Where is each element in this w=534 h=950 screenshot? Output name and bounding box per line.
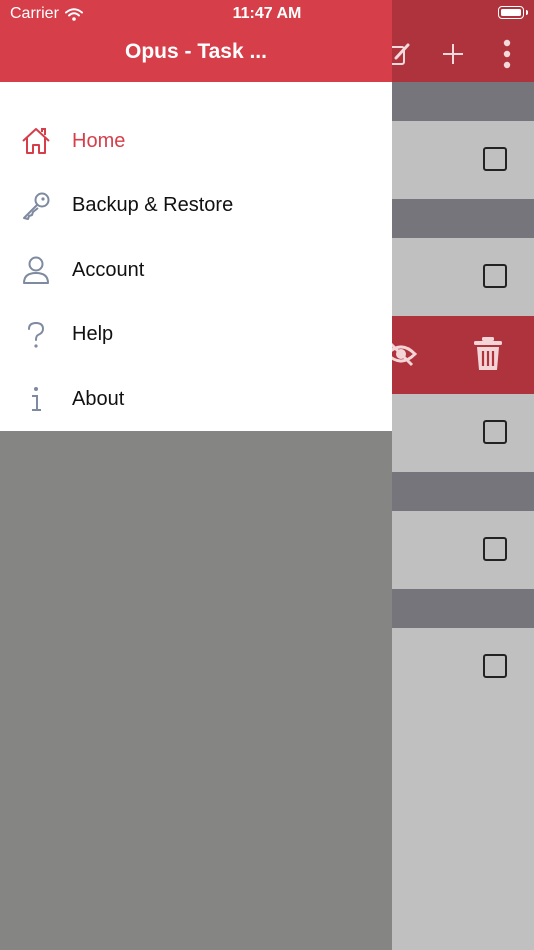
drawer-dim-overlay[interactable] [0,431,392,950]
drawer-title: Opus - Task ... [125,40,267,63]
task-checkbox[interactable] [483,654,507,678]
task-checkbox[interactable] [483,537,507,561]
info-icon [0,386,72,412]
battery-icon [498,6,528,19]
status-bar: Carrier 11:47 AM [0,0,534,28]
task-checkbox[interactable] [483,147,507,171]
menu-item-backup-restore[interactable]: Backup & Restore [0,174,392,239]
menu-item-help[interactable]: Help [0,303,392,368]
task-checkbox[interactable] [483,264,507,288]
task-checkbox[interactable] [483,420,507,444]
trash-icon[interactable] [472,336,504,372]
clock: 11:47 AM [232,5,302,22]
add-button[interactable] [426,30,480,78]
user-icon [0,255,72,285]
menu-item-home[interactable]: Home [0,109,392,174]
navigation-drawer: Opus - Task ... Home Backup & Restore Ac… [0,0,392,431]
add-icon [443,44,463,64]
more-button[interactable] [480,30,534,78]
menu-label-backup-restore: Backup & Restore [72,194,234,217]
key-icon [0,191,72,221]
menu-label-help: Help [72,323,114,346]
menu-item-account[interactable]: Account [0,238,392,303]
more-icon [503,39,511,69]
drawer-menu: Home Backup & Restore Account Help About [0,109,392,432]
header-actions [372,30,534,78]
menu-label-account: Account [72,258,145,281]
menu-item-about[interactable]: About [0,367,392,432]
question-icon [0,321,72,349]
menu-label-home: Home [72,129,126,152]
menu-label-about: About [72,387,125,410]
home-icon [0,127,72,155]
